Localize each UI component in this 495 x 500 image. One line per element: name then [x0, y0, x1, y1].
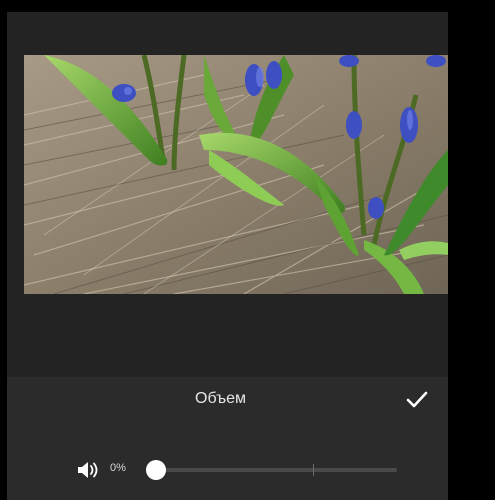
right-margin: [448, 0, 495, 500]
video-frame-image: [24, 55, 448, 294]
volume-slider-thumb[interactable]: [146, 460, 166, 480]
volume-slider[interactable]: [146, 460, 397, 480]
editor-screen: [7, 12, 448, 500]
checkmark-icon[interactable]: [405, 389, 429, 411]
video-preview[interactable]: [24, 55, 448, 294]
panel-title: Объем: [195, 390, 246, 407]
speaker-icon[interactable]: [76, 460, 102, 480]
volume-slider-default-tick: [313, 464, 314, 476]
volume-value: 0%: [110, 462, 126, 474]
volume-slider-track[interactable]: [147, 468, 397, 472]
